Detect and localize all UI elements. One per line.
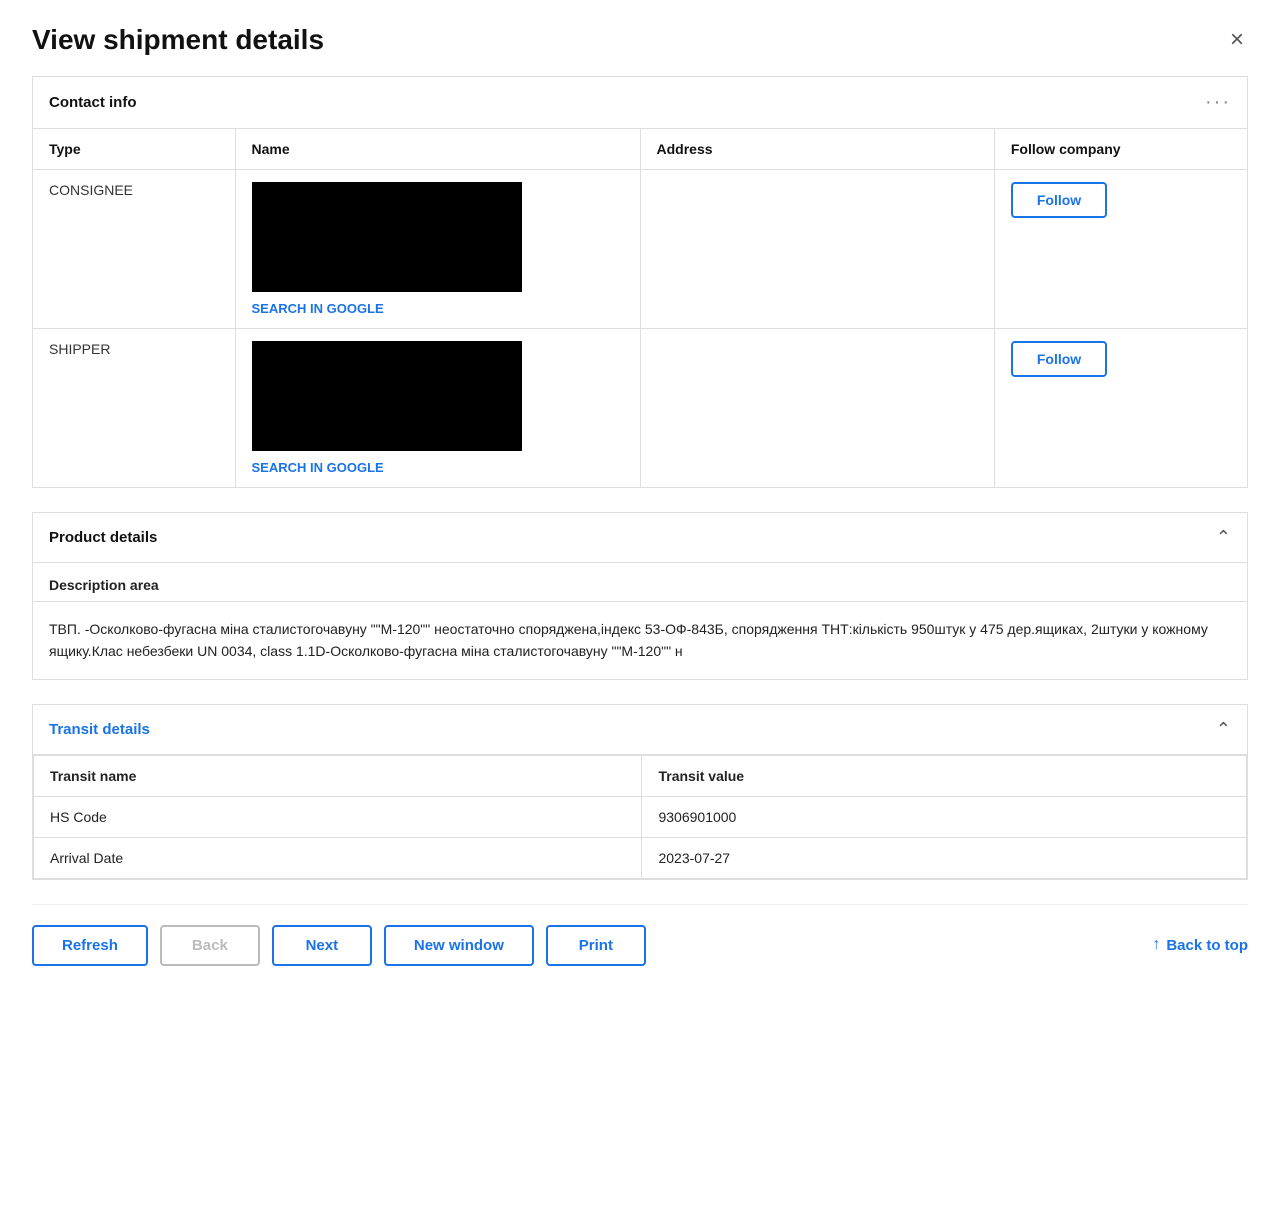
transit-table-header-row: Transit name Transit value bbox=[34, 755, 1247, 796]
footer-buttons-left: Refresh Back Next New window Print bbox=[32, 925, 646, 966]
back-to-top-arrow: ↑ bbox=[1152, 936, 1160, 954]
section-dots[interactable]: ··· bbox=[1205, 91, 1231, 114]
next-button[interactable]: Next bbox=[272, 925, 372, 966]
row-follow-consignee: Follow bbox=[994, 170, 1247, 329]
transit-value-arrivaldate: 2023-07-27 bbox=[642, 837, 1247, 878]
follow-button-shipper[interactable]: Follow bbox=[1011, 341, 1107, 377]
row-address-shipper bbox=[640, 329, 994, 488]
row-name-consignee: SEARCH IN GOOGLE bbox=[235, 170, 640, 329]
contact-table: Type Name Address Follow company CONSIGN… bbox=[32, 128, 1248, 488]
back-button: Back bbox=[160, 925, 260, 966]
row-address-consignee bbox=[640, 170, 994, 329]
transit-details-title: Transit details bbox=[49, 721, 150, 738]
transit-details-chevron[interactable]: ⌃ bbox=[1216, 719, 1231, 740]
redacted-name-shipper bbox=[252, 341, 522, 451]
description-text: ТВП. -Осколково-фугасна міна сталистогоч… bbox=[33, 602, 1247, 679]
print-button[interactable]: Print bbox=[546, 925, 646, 966]
back-to-top-button[interactable]: ↑ Back to top bbox=[1152, 936, 1248, 954]
col-header-transit-value: Transit value bbox=[642, 755, 1247, 796]
row-follow-shipper: Follow bbox=[994, 329, 1247, 488]
col-header-follow: Follow company bbox=[994, 129, 1247, 170]
new-window-button[interactable]: New window bbox=[384, 925, 534, 966]
follow-button-consignee[interactable]: Follow bbox=[1011, 182, 1107, 218]
row-name-shipper: SEARCH IN GOOGLE bbox=[235, 329, 640, 488]
description-area-title: Description area bbox=[33, 563, 1247, 602]
table-row: Arrival Date 2023-07-27 bbox=[34, 837, 1247, 878]
row-type-consignee: CONSIGNEE bbox=[33, 170, 236, 329]
transit-table: Transit name Transit value HS Code 93069… bbox=[33, 755, 1247, 879]
modal-header: View shipment details × bbox=[32, 24, 1248, 56]
contact-info-title: Contact info bbox=[49, 94, 137, 111]
contact-table-header-row: Type Name Address Follow company bbox=[33, 129, 1248, 170]
col-header-address: Address bbox=[640, 129, 994, 170]
footer: Refresh Back Next New window Print ↑ Bac… bbox=[32, 904, 1248, 990]
row-type-shipper: SHIPPER bbox=[33, 329, 236, 488]
search-google-shipper[interactable]: SEARCH IN GOOGLE bbox=[252, 460, 384, 475]
product-details-chevron[interactable]: ⌃ bbox=[1216, 527, 1231, 548]
col-header-type: Type bbox=[33, 129, 236, 170]
table-row: SHIPPER SEARCH IN GOOGLE Follow bbox=[33, 329, 1248, 488]
col-header-name: Name bbox=[235, 129, 640, 170]
table-row: CONSIGNEE SEARCH IN GOOGLE Follow bbox=[33, 170, 1248, 329]
product-details-header: Product details ⌃ bbox=[33, 513, 1247, 563]
close-button[interactable]: × bbox=[1226, 24, 1248, 56]
product-details-title: Product details bbox=[49, 529, 157, 546]
redacted-name-consignee bbox=[252, 182, 522, 292]
search-google-consignee[interactable]: SEARCH IN GOOGLE bbox=[252, 301, 384, 316]
modal-container: View shipment details × Contact info ···… bbox=[0, 0, 1280, 1228]
transit-name-arrivaldate: Arrival Date bbox=[34, 837, 642, 878]
back-to-top-label: Back to top bbox=[1166, 937, 1248, 954]
contact-info-section: Contact info ··· Type Name Address Follo… bbox=[32, 76, 1248, 488]
contact-info-header: Contact info ··· bbox=[32, 76, 1248, 128]
transit-value-hscode: 9306901000 bbox=[642, 796, 1247, 837]
product-details-section: Product details ⌃ Description area ТВП. … bbox=[32, 512, 1248, 680]
table-row: HS Code 9306901000 bbox=[34, 796, 1247, 837]
transit-details-header: Transit details ⌃ bbox=[33, 705, 1247, 755]
modal-title: View shipment details bbox=[32, 24, 324, 56]
refresh-button[interactable]: Refresh bbox=[32, 925, 148, 966]
col-header-transit-name: Transit name bbox=[34, 755, 642, 796]
transit-details-section: Transit details ⌃ Transit name Transit v… bbox=[32, 704, 1248, 880]
transit-name-hscode: HS Code bbox=[34, 796, 642, 837]
